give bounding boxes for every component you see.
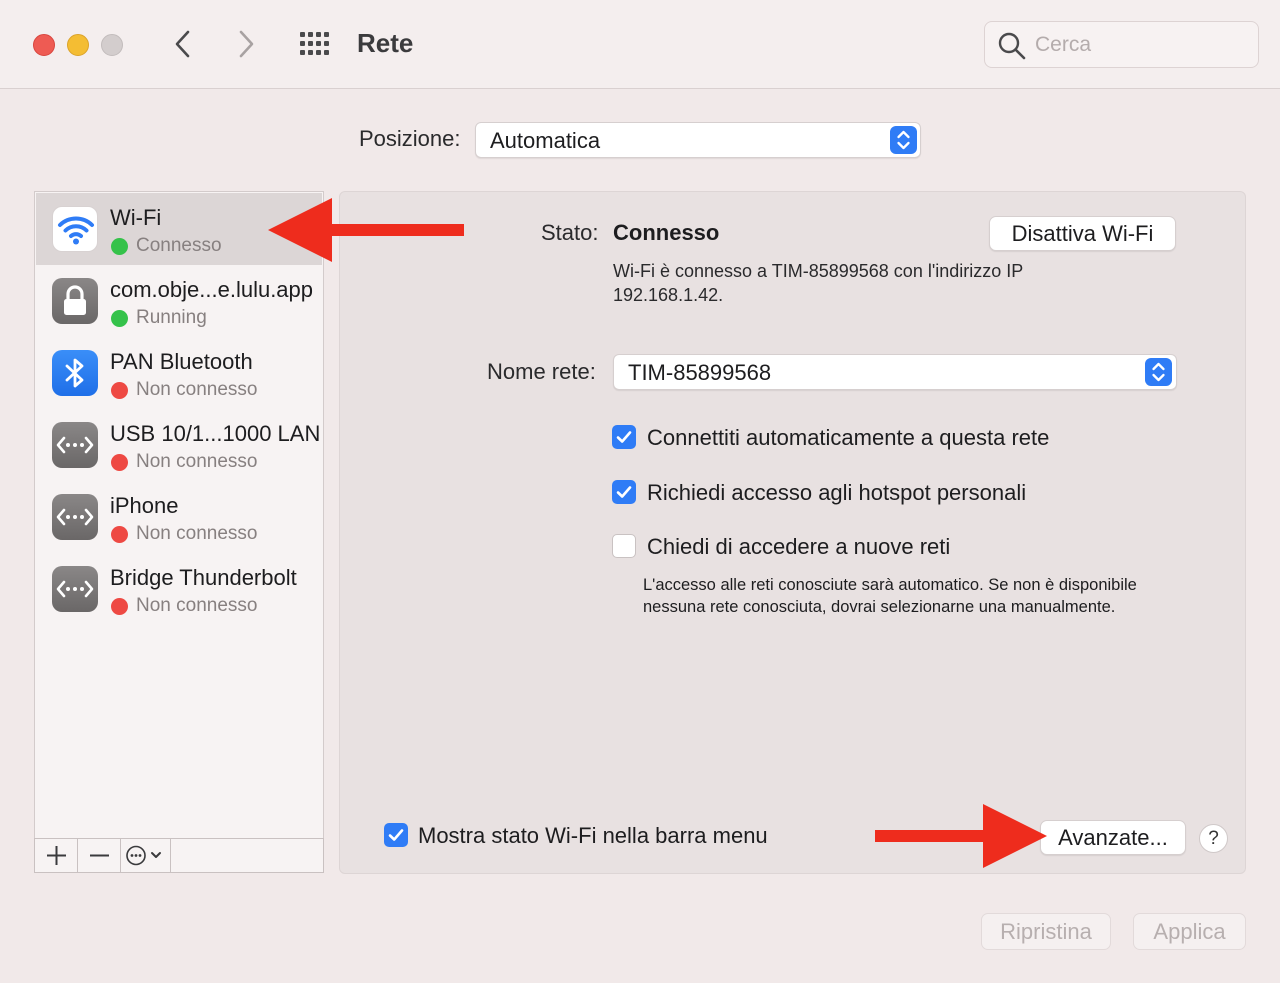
service-list: Wi-Fi Connesso com.obje...e.lulu.app Run… [34,191,324,839]
ask-hotspot-label: Richiedi accesso agli hotspot personali [647,480,1027,505]
annotation-arrow-right-icon [875,804,1047,868]
show-wifi-status-label: Mostra stato Wi-Fi nella barra menu [418,823,768,848]
join-networks-note: L'accesso alle reti conosciute sarà auto… [643,576,1137,616]
close-window-button[interactable] [33,34,55,56]
service-actions-menu[interactable] [121,839,171,872]
service-status: Non connesso [136,451,258,472]
grid-icon [300,32,329,55]
location-popup[interactable]: Automatica [475,122,921,158]
help-button[interactable]: ? [1199,824,1228,853]
apply-button[interactable]: Applica [1133,913,1246,950]
network-preferences-window: Rete Posizione: Automatica [0,0,1280,983]
ask-new-networks-checkbox[interactable] [612,534,636,558]
minimize-window-button[interactable] [67,34,89,56]
show-all-button[interactable] [298,30,334,58]
service-status: Running [136,307,207,328]
revert-button[interactable]: Ripristina [981,913,1111,950]
service-item-thunderbolt-bridge[interactable]: Bridge Thunderbolt Non connesso [36,553,322,625]
search-input[interactable] [1035,30,1245,60]
popup-arrows-icon [1145,358,1172,386]
service-item-usb-lan[interactable]: USB 10/1...1000 LAN Non connesso [36,409,322,481]
wifi-icon [52,206,98,252]
service-status: Connesso [136,235,222,256]
status-label: Stato: [541,220,599,245]
auto-join-checkbox[interactable] [612,425,636,449]
popup-arrows-icon [890,126,917,154]
ask-hotspot-checkbox[interactable] [612,480,636,504]
service-name: Wi-Fi [110,205,162,230]
checkmark-icon [616,486,632,498]
advanced-button[interactable]: Avanzate... [1040,820,1186,855]
network-name-popup[interactable]: TIM-85899568 [613,354,1177,390]
show-wifi-status-checkbox[interactable] [384,823,408,847]
network-name-value: TIM-85899568 [628,360,772,385]
status-dot [111,454,128,471]
chevron-left-icon [175,30,190,58]
ellipsis-circle-icon [126,845,161,866]
service-status: Non connesso [136,379,258,400]
turn-wifi-off-button[interactable]: Disattiva Wi-Fi [989,216,1176,251]
annotation-arrow-left-icon [268,198,464,262]
service-name: com.obje...e.lulu.app [110,277,314,302]
service-status: Non connesso [136,523,258,544]
location-label: Posizione: [359,126,461,151]
checkmark-icon [616,431,632,443]
ethernet-icon [52,422,98,468]
status-dot [111,526,128,543]
ethernet-icon [52,494,98,540]
bluetooth-icon [52,350,98,396]
service-item-bluetooth[interactable]: PAN Bluetooth Non connesso [36,337,322,409]
status-dot [111,238,128,255]
status-dot [111,310,128,327]
zoom-window-button[interactable] [101,34,123,56]
status-dot [111,598,128,615]
ethernet-icon [52,566,98,612]
title-bar: Rete [0,0,1280,89]
status-dot [111,382,128,399]
location-value: Automatica [490,128,601,153]
chevron-right-icon [239,30,254,58]
service-name: USB 10/1...1000 LAN [110,421,321,446]
auto-join-label: Connettiti automaticamente a questa rete [647,425,1050,450]
service-name: iPhone [110,493,179,518]
search-field[interactable] [984,21,1259,68]
status-value: Connesso [613,220,720,245]
network-name-label: Nome rete: [487,359,596,384]
service-name: PAN Bluetooth [110,349,253,374]
lock-icon [52,278,98,324]
remove-service-button[interactable] [78,839,121,872]
search-icon [998,32,1026,60]
minus-icon [90,854,109,857]
add-service-button[interactable] [35,839,78,872]
back-button[interactable] [166,26,200,62]
ask-new-networks-label: Chiedi di accedere a nuove reti [647,534,951,559]
window-title: Rete [357,28,414,58]
checkmark-icon [388,829,404,841]
forward-button[interactable] [230,26,264,62]
status-description: Wi-Fi è connesso a TIM-85899568 con l'in… [613,261,1023,305]
service-name: Bridge Thunderbolt [110,565,297,590]
service-item-lulu[interactable]: com.obje...e.lulu.app Running [36,265,322,337]
plus-icon [47,846,66,865]
service-list-toolbar [34,838,324,873]
service-status: Non connesso [136,595,258,616]
service-item-iphone[interactable]: iPhone Non connesso [36,481,322,553]
